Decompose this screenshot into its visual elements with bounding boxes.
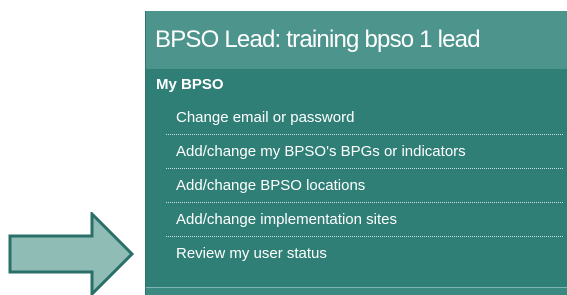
panel-bottom-bar — [146, 287, 567, 295]
arrow-right-icon — [8, 212, 134, 295]
panel-title: BPSO Lead: training bpso 1 lead — [146, 11, 567, 69]
menu-item-change-email-password[interactable]: Change email or password — [166, 101, 563, 135]
menu-item-review-user-status[interactable]: Review my user status — [166, 237, 563, 270]
page: BPSO Lead: training bpso 1 lead My BPSO … — [0, 0, 567, 295]
section-title-my-bpso: My BPSO — [156, 76, 224, 93]
bpso-panel: BPSO Lead: training bpso 1 lead My BPSO … — [146, 11, 567, 295]
menu-item-change-bpso-locations[interactable]: Add/change BPSO locations — [166, 169, 563, 203]
bpso-menu: Change email or password Add/change my B… — [146, 101, 567, 270]
menu-item-change-bpgs-indicators[interactable]: Add/change my BPSO's BPGs or indicators — [166, 135, 563, 169]
menu-item-change-implementation-sites[interactable]: Add/change implementation sites — [166, 203, 563, 237]
